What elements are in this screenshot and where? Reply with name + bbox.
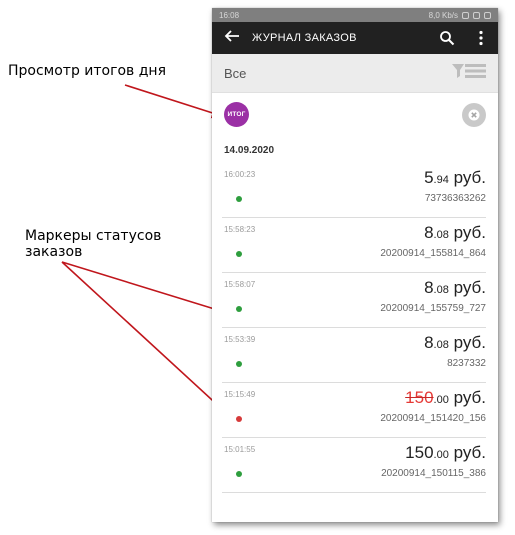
bluetooth-icon <box>462 11 469 19</box>
order-status-marker <box>236 196 242 202</box>
order-currency: руб. <box>453 278 486 297</box>
order-status-marker <box>236 251 242 257</box>
wifi-icon <box>473 11 480 19</box>
order-time: 15:58:23 <box>224 225 256 234</box>
arrow-to-marker-4 <box>61 261 237 423</box>
page-title: ЖУРНАЛ ЗАКАЗОВ <box>252 32 357 44</box>
order-amount-integer: 8 <box>424 333 434 352</box>
order-status-marker <box>236 471 242 477</box>
order-amount-fraction: .00 <box>433 394 449 406</box>
order-amount: 8.08 руб. <box>424 333 486 353</box>
order-amount: 150.00 руб. <box>405 443 486 463</box>
order-row[interactable]: 15:58:23 8.08 руб. 20200914_155814_864 <box>222 218 486 273</box>
order-currency: руб. <box>453 388 486 407</box>
order-amount-integer: 8 <box>424 278 434 297</box>
annotation-status-markers: Маркеры статусов заказов <box>25 228 161 260</box>
order-time: 15:15:49 <box>224 390 256 399</box>
search-icon[interactable] <box>430 22 464 54</box>
status-bar: 16:08 8,0 Kb/s <box>212 8 498 22</box>
order-amount-integer: 8 <box>424 223 434 242</box>
order-amount-fraction: .00 <box>433 449 449 461</box>
day-totals-button[interactable]: ИТОГ <box>224 102 249 127</box>
order-time: 15:01:55 <box>224 445 256 454</box>
order-row[interactable]: 15:15:49 150.00 руб. 20200914_151420_156 <box>222 383 486 438</box>
arrow-to-totals <box>124 84 224 119</box>
annotation-status-line2: заказов <box>25 244 83 260</box>
phone-screen: 16:08 8,0 Kb/s ЖУРНАЛ ЗАКАЗОВ Все ИТОГ 1… <box>212 8 498 522</box>
order-row[interactable]: 15:01:55 150.00 руб. 20200914_150115_386 <box>222 438 486 493</box>
order-amount: 8.08 руб. <box>424 278 486 298</box>
filter-icon[interactable] <box>452 62 486 85</box>
order-number: 20200914_150115_386 <box>381 468 486 479</box>
order-time: 15:58:07 <box>224 280 256 289</box>
order-amount-fraction: .08 <box>433 229 449 241</box>
close-circle-icon[interactable] <box>462 103 486 127</box>
order-amount-integer: 150 <box>405 443 434 462</box>
order-amount: 150.00 руб. <box>405 388 486 408</box>
order-row[interactable]: 15:53:39 8.08 руб. 8237332 <box>222 328 486 383</box>
filter-bar[interactable]: Все <box>212 54 498 93</box>
order-currency: руб. <box>453 333 486 352</box>
order-status-marker <box>236 361 242 367</box>
order-status-marker <box>236 306 242 312</box>
order-number: 8237332 <box>447 358 486 369</box>
order-number: 20200914_155814_864 <box>380 248 486 259</box>
date-header: 14.09.2020 <box>224 145 275 156</box>
order-currency: руб. <box>453 223 486 242</box>
network-speed: 8,0 Kb/s <box>428 10 458 20</box>
more-vert-icon[interactable] <box>464 22 498 54</box>
battery-icon <box>484 11 491 19</box>
order-row[interactable]: 16:00:23 5.94 руб. 73736363262 <box>222 163 486 218</box>
order-amount-integer: 5 <box>424 168 434 187</box>
order-currency: руб. <box>453 168 486 187</box>
arrow-to-marker-2 <box>61 261 236 318</box>
order-time: 16:00:23 <box>224 170 256 179</box>
order-number: 20200914_155759_727 <box>380 303 486 314</box>
orders-list: 16:00:23 5.94 руб. 73736363262 15:58:23 8.08… <box>212 163 498 493</box>
order-number: 20200914_151420_156 <box>380 413 486 424</box>
app-bar: ЖУРНАЛ ЗАКАЗОВ <box>212 22 498 54</box>
order-status-marker <box>236 416 242 422</box>
order-amount: 5.94 руб. <box>424 168 486 188</box>
status-time: 16:08 <box>219 10 240 20</box>
order-row[interactable]: 15:58:07 8.08 руб. 20200914_155759_727 <box>222 273 486 328</box>
order-time: 15:53:39 <box>224 335 256 344</box>
order-amount-fraction: .94 <box>433 174 449 186</box>
order-amount-fraction: .08 <box>433 339 449 351</box>
filter-label: Все <box>224 65 247 81</box>
order-currency: руб. <box>453 443 486 462</box>
totals-row: ИТОГ <box>212 93 498 139</box>
order-number: 73736363262 <box>424 193 486 204</box>
annotation-totals: Просмотр итогов дня <box>8 63 166 79</box>
annotation-status-line1: Маркеры статусов <box>25 228 162 244</box>
order-amount-fraction: .08 <box>433 284 449 296</box>
back-arrow-icon[interactable] <box>212 22 252 54</box>
order-amount: 8.08 руб. <box>424 223 486 243</box>
order-amount-integer: 150 <box>405 388 434 407</box>
